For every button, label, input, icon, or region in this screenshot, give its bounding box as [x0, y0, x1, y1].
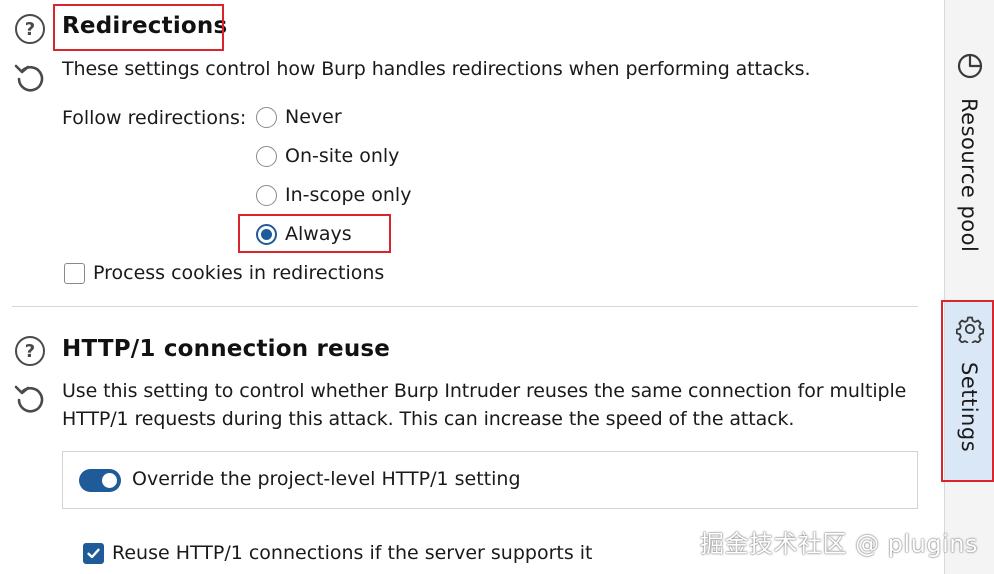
radio-label: Never	[285, 106, 342, 128]
radio-never[interactable]: Never	[256, 106, 342, 128]
http1-reuse-description-line2: HTTP/1 requests during this attack. This…	[62, 408, 795, 430]
tab-label: Resource pool	[957, 98, 981, 253]
radio-on-site-only[interactable]: On-site only	[256, 145, 399, 167]
help-icon[interactable]: ?	[15, 14, 45, 44]
radio-label: On-site only	[285, 145, 400, 167]
gear-icon	[956, 316, 984, 343]
radio-label: Always	[285, 223, 352, 245]
http1-reuse-description-line1: Use this setting to control whether Burp…	[62, 380, 907, 402]
radio-button[interactable]	[256, 145, 277, 167]
radio-label: In-scope only	[285, 184, 412, 206]
radio-always[interactable]: Always	[256, 223, 352, 245]
override-toggle[interactable]	[79, 469, 121, 492]
settings-panel: ? Redirections These settings control ho…	[0, 0, 944, 574]
http1-reuse-title: HTTP/1 connection reuse	[62, 336, 391, 362]
reset-icon[interactable]	[13, 381, 47, 415]
radio-button[interactable]	[256, 184, 277, 206]
reuse-connections-checkbox-row[interactable]: Reuse HTTP/1 connections if the server s…	[83, 542, 593, 564]
radio-button-selected[interactable]	[256, 223, 277, 245]
tab-resource-pool[interactable]: Resource pool	[945, 40, 994, 290]
checkmark-icon	[87, 548, 100, 558]
redirections-title: Redirections	[62, 13, 228, 39]
pie-chart-icon	[957, 53, 983, 79]
radio-button[interactable]	[256, 106, 277, 128]
process-cookies-label: Process cookies in redirections	[93, 262, 385, 284]
process-cookies-checkbox-row[interactable]: Process cookies in redirections	[64, 262, 384, 284]
side-tab-bar: Resource pool Settings	[941, 0, 994, 574]
override-label: Override the project-level HTTP/1 settin…	[132, 468, 521, 490]
help-icon[interactable]: ?	[15, 336, 45, 366]
watermark: 掘金技术社区 @ plugins	[700, 530, 978, 558]
redirections-description: These settings control how Burp handles …	[62, 58, 811, 80]
reset-icon[interactable]	[13, 60, 47, 94]
radio-in-scope-only[interactable]: In-scope only	[256, 184, 411, 206]
section-divider	[12, 306, 918, 307]
reuse-connections-checkbox[interactable]	[83, 542, 104, 564]
follow-redirections-label: Follow redirections:	[62, 107, 247, 129]
tab-label: Settings	[957, 362, 981, 453]
tab-settings[interactable]: Settings	[945, 302, 994, 480]
override-setting-box: Override the project-level HTTP/1 settin…	[62, 451, 918, 509]
process-cookies-checkbox[interactable]	[64, 262, 85, 284]
reuse-connections-label: Reuse HTTP/1 connections if the server s…	[112, 542, 593, 564]
